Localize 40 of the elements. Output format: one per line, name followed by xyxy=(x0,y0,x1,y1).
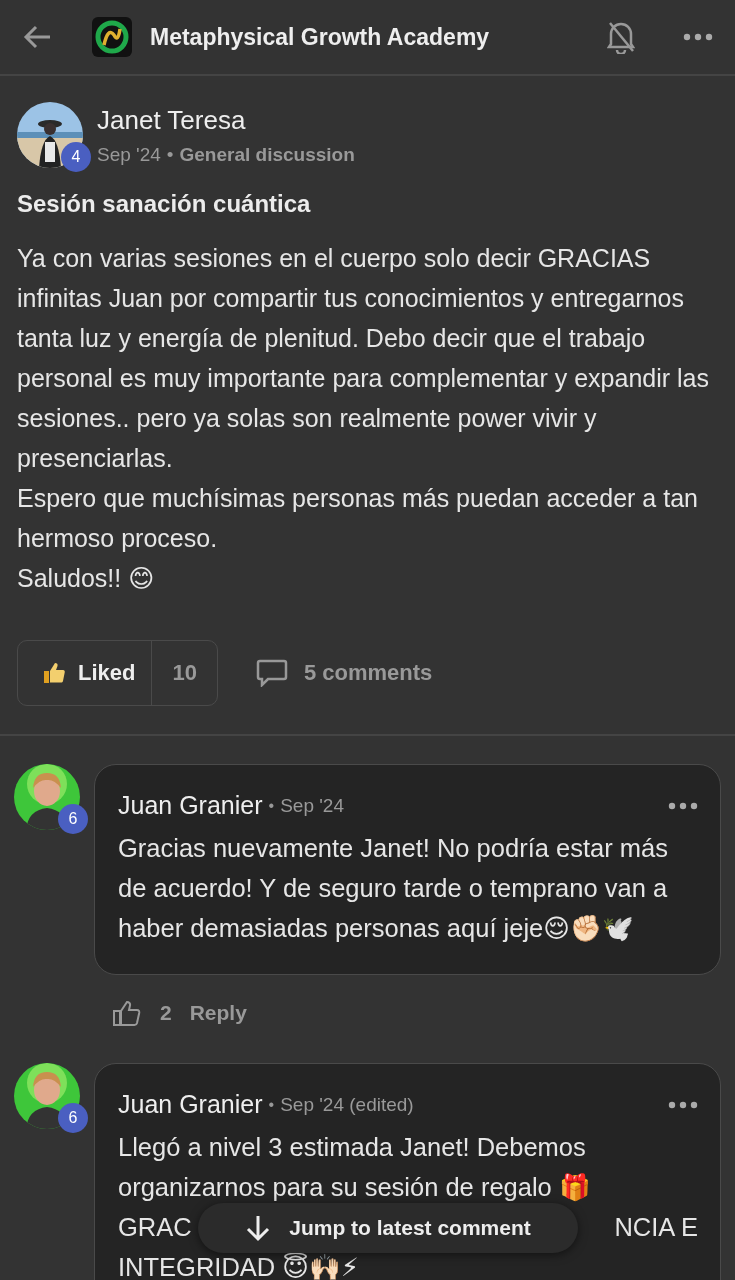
comment-icon xyxy=(255,659,288,687)
separator-dot: • xyxy=(166,143,174,166)
level-badge: 6 xyxy=(58,1103,88,1133)
post-title: Sesión sanación cuántica xyxy=(17,190,312,218)
author-name[interactable]: Janet Teresa xyxy=(97,104,355,136)
thumbs-up-icon xyxy=(42,661,66,685)
thumbs-up-icon[interactable] xyxy=(112,999,142,1027)
comment-author[interactable]: Juan Granier xyxy=(118,1090,263,1119)
arrow-down-icon xyxy=(245,1214,272,1242)
reply-button[interactable]: Reply xyxy=(189,1001,247,1025)
comment-date: Sep '24 xyxy=(280,794,345,817)
more-icon[interactable] xyxy=(668,1100,698,1109)
like-button[interactable]: Liked xyxy=(18,641,153,705)
post-paragraph: Ya con varias sesiones en el cuerpo solo decir GRACIAS infinitas Juan por compartir tus conocimientos y entregarnos tanta luz y energía de plenitud. Debo decir que el trabajo personal es muy importante para complementar y expandir las sesiones.. pero ya solas son realmente power vivir y presenciarlas. xyxy=(17,243,710,474)
logo-icon xyxy=(92,17,132,57)
more-icon[interactable] xyxy=(668,801,698,810)
back-icon[interactable] xyxy=(22,24,52,50)
comment-text: GRAC xyxy=(118,1212,192,1243)
separator-dot: • xyxy=(268,796,275,815)
comment-text: Llegó a nivel 3 estimada Janet! Debemos xyxy=(118,1132,587,1163)
jump-button[interactable]: Jump to latest comment xyxy=(198,1203,578,1253)
post-paragraph: Espero que muchísimas personas más puedan acceder a tan hermoso proceso. xyxy=(17,483,699,554)
comment-text: Gracias nuevamente Janet! No podría estar más de acuerdo! Y de seguro tarde o temprano van a haber demasiadas personas aquí jeje😌✊🏻🕊 xyxy=(118,833,669,944)
category-link[interactable]: General discussion xyxy=(179,143,355,166)
post-date: Sep '24 xyxy=(97,143,161,166)
comment-author[interactable]: Juan Granier xyxy=(118,791,263,820)
comment-text: INTEGRIDAD 😇🙌🏻⚡ xyxy=(118,1252,360,1280)
comment-text: NCIA E xyxy=(614,1212,698,1243)
like-count: 2 xyxy=(160,1001,172,1025)
more-icon[interactable] xyxy=(683,33,713,41)
comment-text: organizarnos para su sesión de regalo 🎁 xyxy=(118,1172,592,1203)
bell-icon[interactable] xyxy=(607,20,635,54)
group-title: Metaphysical Growth Academy xyxy=(150,23,491,51)
post-paragraph: Saludos!! 😊 xyxy=(17,563,156,594)
level-badge: 6 xyxy=(58,804,88,834)
comments-button[interactable]: 5 comments xyxy=(249,658,439,688)
like-count: 10 xyxy=(171,659,198,687)
comment-date: Sep '24 (edited) xyxy=(280,1093,415,1116)
level-badge: 4 xyxy=(61,142,91,172)
separator-dot: • xyxy=(268,1095,275,1114)
